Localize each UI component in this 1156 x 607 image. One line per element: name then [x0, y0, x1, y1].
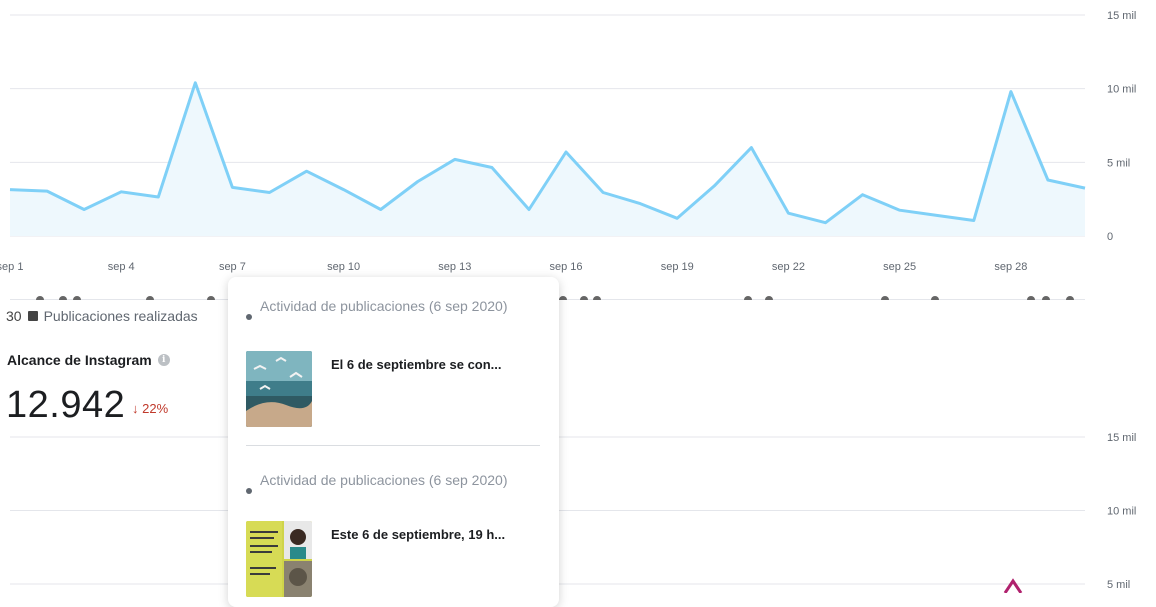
metric-change: ↓ 22% [132, 401, 169, 416]
instagram-reach-chart: 15 mil 10 mil 5 mil [10, 432, 1136, 593]
post-marker[interactable] [73, 296, 81, 300]
post-marker[interactable] [36, 296, 44, 300]
y-tick-label: 5 mil [1107, 579, 1130, 591]
post-activity-tooltip: Actividad de publicaciones (6 sep 2020) … [228, 277, 559, 607]
x-tick-label: sep 13 [438, 261, 471, 273]
tooltip-header: Actividad de publicaciones (6 sep 2020) [246, 470, 536, 494]
legend-label: Publicaciones realizadas [43, 308, 198, 324]
post-marker[interactable] [1027, 296, 1035, 300]
legend: 30 Publicaciones realizadas [6, 308, 198, 324]
post-marker[interactable] [146, 296, 154, 300]
post-caption[interactable]: El 6 de septiembre se con... [331, 357, 502, 372]
y-tick-label: 5 mil [1107, 157, 1130, 169]
x-tick-label: sep 22 [772, 261, 805, 273]
post-marker[interactable] [931, 296, 939, 300]
post-caption[interactable]: Este 6 de septiembre, 19 h... [331, 527, 505, 542]
post-marker[interactable] [744, 296, 752, 300]
post-marker[interactable] [207, 296, 215, 300]
post-thumbnail[interactable] [246, 521, 312, 597]
tooltip-header-text: Actividad de publicaciones (6 sep 2020) [260, 298, 508, 314]
partial-series-marker [1003, 578, 1023, 593]
page-reach-area-chart: 15 mil 10 mil 5 mil 0 sep 1 sep 4 sep 7 sep 10… [0, 10, 1136, 300]
post-marker[interactable] [559, 296, 567, 300]
bullet-icon [246, 488, 252, 494]
x-tick-label: sep 7 [219, 261, 246, 273]
metric-title: Alcance de Instagram i [7, 352, 170, 368]
post-marker[interactable] [1042, 296, 1050, 300]
post-marker[interactable] [1066, 296, 1074, 300]
y-tick-label: 0 [1107, 231, 1113, 243]
y-tick-label: 10 mil [1107, 84, 1136, 96]
y-tick-label: 10 mil [1107, 506, 1136, 518]
x-tick-label: sep 19 [661, 261, 694, 273]
legend-square-icon [27, 311, 38, 321]
x-tick-label: sep 4 [108, 261, 135, 273]
event-poster-image-icon [246, 521, 312, 597]
post-marker[interactable] [59, 296, 67, 300]
info-icon[interactable]: i [157, 354, 170, 366]
post-marker[interactable] [881, 296, 889, 300]
x-tick-label: sep 28 [994, 261, 1027, 273]
post-marker[interactable] [580, 296, 588, 300]
x-tick-label: sep 1 [0, 261, 23, 273]
tooltip-header: Actividad de publicaciones (6 sep 2020) [246, 296, 536, 320]
metric-title-text: Alcance de Instagram [7, 352, 152, 368]
post-thumbnail[interactable] [246, 351, 312, 427]
tooltip-header-text: Actividad de publicaciones (6 sep 2020) [260, 472, 508, 488]
x-tick-label: sep 16 [550, 261, 583, 273]
post-marker[interactable] [765, 296, 773, 300]
x-tick-label: sep 25 [883, 261, 916, 273]
y-tick-label: 15 mil [1107, 10, 1136, 22]
birds-image-icon [246, 351, 312, 427]
divider [246, 445, 540, 446]
y-tick-label: 15 mil [1107, 432, 1136, 444]
x-tick-label: sep 10 [327, 261, 360, 273]
legend-count: 30 [6, 308, 22, 324]
bullet-icon [246, 314, 252, 320]
post-marker[interactable] [593, 296, 601, 300]
